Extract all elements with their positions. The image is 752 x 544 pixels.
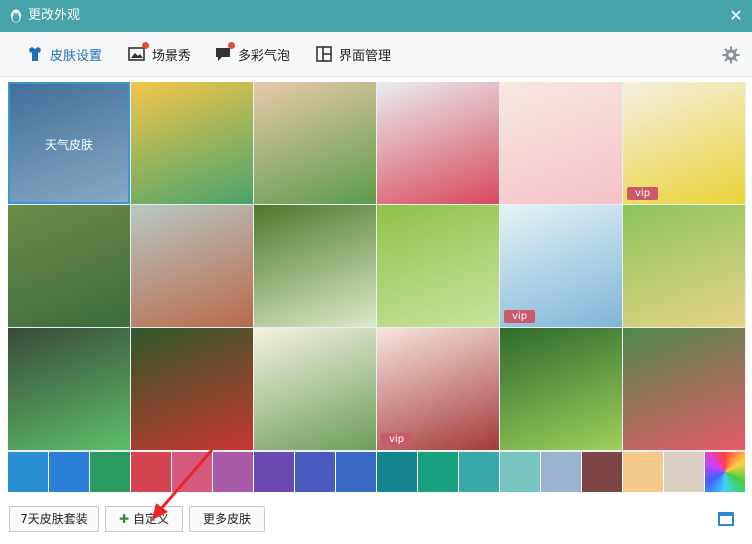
skin-tile[interactable] (254, 82, 376, 204)
skin-suit-button[interactable]: 7天皮肤套装 (9, 506, 99, 532)
skin-tile[interactable] (131, 328, 253, 450)
skin-tile[interactable] (254, 205, 376, 327)
skin-tile-label: 天气皮肤 (44, 138, 93, 152)
skin-tile[interactable]: vip (623, 82, 745, 204)
skin-tile[interactable] (377, 82, 499, 204)
tab-scene-show[interactable]: 场景秀 (128, 32, 191, 76)
skin-grid: 天气皮肤 vip vip vip (8, 82, 746, 452)
tab-skin-settings[interactable]: 皮肤设置 (26, 32, 102, 76)
color-swatch[interactable] (131, 452, 171, 492)
bubble-icon (214, 42, 235, 63)
more-skins-button[interactable]: 更多皮肤 (189, 506, 265, 532)
skin-tile[interactable] (8, 205, 130, 327)
color-swatch[interactable] (418, 452, 458, 492)
gear-icon[interactable] (722, 46, 740, 64)
skin-tile[interactable] (131, 205, 253, 327)
tab-label: 场景秀 (152, 48, 192, 64)
badge-dot (228, 42, 235, 49)
skin-tile[interactable] (254, 328, 376, 450)
skin-tile[interactable] (623, 328, 745, 450)
custom-button[interactable]: ✚ 自定义 (105, 506, 183, 532)
color-swatch[interactable] (377, 452, 417, 492)
tab-label: 界面管理 (339, 48, 392, 64)
badge-dot (142, 42, 149, 49)
tab-bubbles[interactable]: 多彩气泡 (214, 32, 290, 76)
skin-tile[interactable] (377, 205, 499, 327)
color-swatch[interactable] (623, 452, 663, 492)
window-title: 更改外观 (28, 8, 81, 23)
color-swatch[interactable] (254, 452, 294, 492)
color-swatch[interactable] (213, 452, 253, 492)
color-swatch[interactable] (336, 452, 376, 492)
tab-label: 多彩气泡 (238, 48, 291, 64)
color-swatch[interactable] (295, 452, 335, 492)
close-icon[interactable]: ✕ (726, 6, 746, 26)
color-swatch-row (8, 452, 746, 492)
color-swatch[interactable] (8, 452, 48, 492)
qq-penguin-icon (11, 9, 21, 23)
tab-bar: 皮肤设置 场景秀 多彩气泡 界面管理 (0, 32, 752, 77)
color-swatch[interactable] (664, 452, 704, 492)
vip-badge: vip (504, 310, 536, 323)
vip-badge: vip (381, 433, 413, 446)
plus-icon: ✚ (118, 512, 130, 526)
color-swatch[interactable] (541, 452, 581, 492)
vip-badge: vip (627, 187, 659, 200)
skin-tile[interactable] (8, 328, 130, 450)
color-swatch[interactable] (90, 452, 130, 492)
tab-label: 皮肤设置 (50, 48, 103, 64)
window-icon[interactable] (718, 512, 734, 526)
color-swatch[interactable] (49, 452, 89, 492)
color-swatch[interactable] (172, 452, 212, 492)
color-swatch[interactable] (582, 452, 622, 492)
skin-tile[interactable] (623, 205, 745, 327)
layout-icon (316, 46, 332, 62)
skin-tile[interactable]: vip (377, 328, 499, 450)
skin-tile[interactable] (131, 82, 253, 204)
color-swatch[interactable] (459, 452, 499, 492)
color-swatch[interactable] (500, 452, 540, 492)
skin-tile[interactable]: vip (500, 205, 622, 327)
bottom-bar: 7天皮肤套装 ✚ 自定义 更多皮肤 (0, 498, 752, 544)
picture-icon (128, 42, 149, 63)
color-swatch[interactable] (705, 452, 745, 492)
custom-button-label: 自定义 (133, 512, 170, 526)
title-bar: 更改外观 ✕ (0, 0, 752, 32)
shirt-icon (29, 47, 41, 61)
skin-tile[interactable]: 天气皮肤 (8, 82, 130, 204)
tab-interface-manage[interactable]: 界面管理 (315, 32, 391, 76)
skin-tile[interactable] (500, 82, 622, 204)
skin-tile[interactable] (500, 328, 622, 450)
